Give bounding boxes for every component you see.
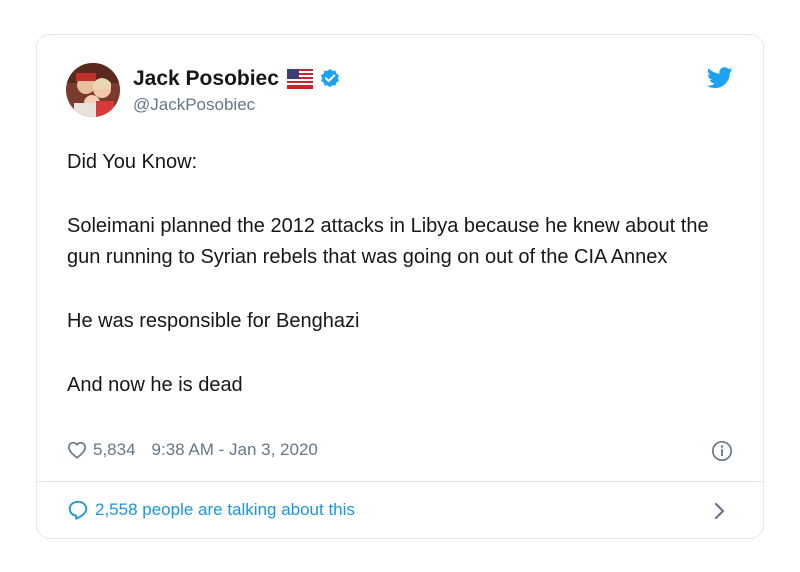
author-handle[interactable]: @JackPosobiec: [133, 95, 255, 115]
heart-icon[interactable]: [67, 441, 87, 459]
chevron-right-icon[interactable]: [713, 501, 727, 521]
tweet-timestamp[interactable]: 9:38 AM - Jan 3, 2020: [152, 440, 318, 460]
avatar[interactable]: [66, 63, 120, 117]
info-icon[interactable]: [711, 440, 733, 462]
tweet-body: Did You Know: Soleimani planned the 2012…: [67, 147, 737, 434]
twitter-bird-icon[interactable]: [706, 67, 733, 89]
talking-count[interactable]: 2,558 people are talking about this: [95, 500, 355, 520]
tweet-meta: 5,834 9:38 AM - Jan 3, 2020: [67, 440, 318, 460]
speech-bubble-icon: [67, 499, 89, 521]
tweet-paragraph: He was responsible for Benghazi: [67, 310, 360, 332]
tweet-paragraph: Soleimani planned the 2012 attacks in Li…: [67, 215, 709, 268]
tweet-paragraph: Did You Know:: [67, 151, 198, 173]
tweet-paragraph: And now he is dead: [67, 374, 243, 396]
conversation-link[interactable]: 2,558 people are talking about this: [67, 499, 355, 521]
divider: [37, 481, 763, 482]
tweet-card[interactable]: Jack Posobiec @JackPosobiec Did You Know…: [36, 34, 764, 539]
author-name[interactable]: Jack Posobiec: [133, 67, 279, 91]
verified-badge-icon: [319, 68, 341, 90]
us-flag-icon: [286, 69, 313, 89]
like-count[interactable]: 5,834: [93, 440, 136, 460]
